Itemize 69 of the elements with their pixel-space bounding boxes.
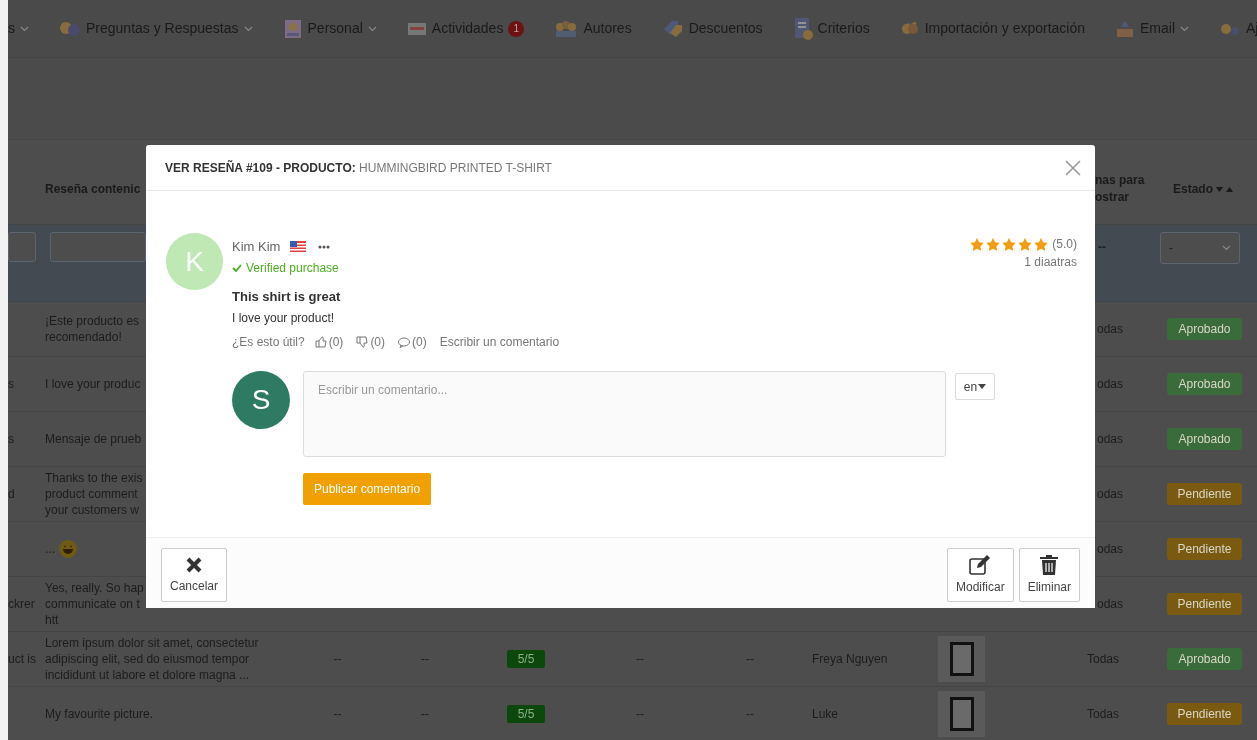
table-cell-text: --	[333, 706, 342, 723]
people-icon	[554, 19, 579, 38]
write-comment-link[interactable]: Escribir un comentario	[439, 333, 560, 351]
verified-label: Verified purchase	[246, 259, 339, 277]
status-label: Aprobado	[1167, 648, 1242, 670]
review-time: 1 diaatras	[1024, 254, 1077, 271]
status-label: Pendiente	[1167, 703, 1242, 725]
filter-value: --	[1098, 239, 1107, 256]
comment-count-button[interactable]: (0)	[398, 333, 427, 351]
sort-icon	[1216, 185, 1234, 193]
close-button[interactable]	[1063, 157, 1083, 178]
count-badge: 1	[508, 20, 525, 37]
delete-button[interactable]: Eliminar	[1018, 548, 1080, 602]
star-icon	[1018, 237, 1033, 251]
monitor-icon	[406, 21, 427, 36]
review-text: I love your product!	[232, 310, 336, 327]
check-icon	[232, 263, 242, 272]
publish-button[interactable]: Publicar comentario	[303, 473, 432, 505]
review-text: ...	[45, 541, 55, 557]
star-icon	[986, 237, 1001, 251]
dislike-button[interactable]: (0)	[356, 333, 386, 351]
table-cell-text: --	[421, 706, 429, 723]
table-cell-text: --	[746, 651, 754, 668]
helpful-label: ¿Es esto útil?	[232, 334, 305, 351]
table-cell-text: --	[746, 706, 754, 723]
thumbs-up-icon	[314, 336, 327, 348]
user-avatar: K	[166, 233, 223, 290]
more-icon	[318, 244, 331, 249]
speech-bubble-icon	[398, 336, 411, 348]
edit-button[interactable]: Modificar	[946, 548, 1014, 602]
close-icon	[185, 555, 203, 574]
status-label: Aprobado	[1167, 428, 1242, 450]
status-label: Aprobado	[1167, 318, 1242, 340]
thumbs-down-icon	[356, 336, 369, 348]
table-cell-text: --	[636, 706, 644, 723]
star-icon	[1034, 237, 1049, 251]
table-cell-text: --	[333, 651, 342, 668]
cancel-button[interactable]: Cancelar	[161, 548, 228, 602]
star-icon	[1002, 237, 1017, 251]
status-select[interactable]: -	[1160, 232, 1240, 264]
status-label: Aprobado	[1167, 373, 1242, 395]
rating-value: (5.0)	[1052, 236, 1077, 253]
table-cell-text: --	[636, 651, 644, 668]
status-label: Pendiente	[1167, 483, 1242, 505]
person-card-icon	[282, 17, 303, 40]
user-avatar: S	[232, 371, 290, 429]
score-badge: 5/5	[507, 650, 545, 668]
author-name: Kim Kim	[232, 238, 281, 256]
trash-icon	[1040, 554, 1059, 575]
caret-icon	[978, 384, 987, 389]
table-cell-text: --	[421, 651, 429, 668]
chevron-icon	[1222, 245, 1231, 251]
checklist-icon	[792, 16, 813, 41]
status-label: Pendiente	[1167, 593, 1242, 615]
status-label: Pendiente	[1167, 538, 1242, 560]
filter-field[interactable]	[50, 232, 146, 262]
review-title: This shirt is great	[232, 287, 342, 306]
score-badge: 5/5	[507, 705, 545, 723]
star-icon	[970, 237, 985, 251]
modal-title: VER RESEÑA #109 - PRODUCTO: HUMMINGBIRD PRINTED T-SHIRT	[165, 159, 552, 177]
filter-field[interactable]	[8, 232, 36, 262]
language-dropdown[interactable]: en	[955, 373, 995, 400]
like-button[interactable]: (0)	[314, 333, 344, 351]
exchange-icon	[899, 21, 920, 36]
edit-icon	[969, 554, 992, 575]
qa-bubbles-icon	[59, 19, 81, 38]
flag-icon	[290, 241, 307, 253]
close-icon	[1065, 159, 1081, 176]
comment-field[interactable]: Escribir un comentario...	[303, 371, 946, 457]
